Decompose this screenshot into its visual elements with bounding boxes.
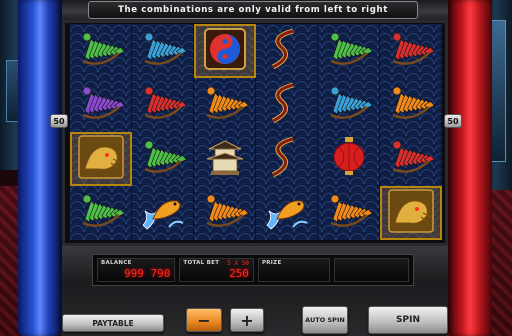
reel-cell-koi: [132, 186, 194, 240]
total-bet-value: 250: [229, 267, 249, 280]
spin-button[interactable]: SPIN: [368, 306, 448, 334]
fan-purple-icon: [77, 81, 125, 129]
fan-green-icon: [77, 27, 125, 75]
prize-meter: PRIZE: [257, 258, 331, 282]
balance-label: BALANCE: [101, 260, 132, 266]
dragon-icon: [263, 135, 311, 183]
combination-rule-banner: The combinations are only valid from lef…: [88, 1, 418, 19]
reel-cell-lantern: [318, 132, 380, 186]
reel-cell-fan-orange: [318, 186, 380, 240]
fan-orange-icon: [201, 189, 249, 237]
fan-green-icon: [325, 27, 373, 75]
reel-cell-dragon: [256, 24, 318, 78]
reel-cell-golden-dragon: [70, 132, 132, 186]
cabinet-pillar-red: [448, 0, 492, 336]
reel-cell-fan-green: [70, 186, 132, 240]
yin-yang-icon: [201, 27, 249, 75]
auto-spin-button[interactable]: AUTO SPIN: [302, 306, 348, 334]
lantern-icon: [325, 135, 373, 183]
pagoda-icon: [201, 135, 249, 183]
reel-cell-fan-orange: [194, 186, 256, 240]
reel-cell-fan-red: [380, 24, 442, 78]
fan-blue-icon: [325, 81, 373, 129]
reel-cell-fan-red: [380, 132, 442, 186]
reel-cell-golden-dragon: [380, 186, 442, 240]
total-bet-label: TOTAL BET: [183, 260, 220, 266]
paytable-button[interactable]: PAYTABLE: [62, 314, 164, 332]
fan-orange-icon: [325, 189, 373, 237]
reel-cell-fan-purple: [70, 78, 132, 132]
payline-marker-right: 50: [444, 114, 462, 128]
total-bet-meter: TOTAL BET 5 X 50 250: [179, 258, 254, 282]
koi-icon: [263, 189, 311, 237]
fan-red-icon: [387, 135, 435, 183]
info-meter: [334, 258, 409, 282]
payline-marker-left: 50: [50, 114, 68, 128]
reel-cell-fan-green: [318, 24, 380, 78]
fan-red-icon: [387, 27, 435, 75]
reel-grid: [70, 24, 442, 240]
reel-cell-fan-orange: [194, 78, 256, 132]
decrease-bet-button[interactable]: −: [186, 308, 222, 332]
fan-green-icon: [139, 135, 187, 183]
fan-orange-icon: [201, 81, 249, 129]
prize-label: PRIZE: [261, 260, 282, 266]
reel-cell-yin-yang: [194, 24, 256, 78]
increase-bet-button[interactable]: +: [230, 308, 264, 332]
koi-icon: [139, 189, 187, 237]
fan-orange-icon: [387, 81, 435, 129]
reel-cell-fan-green: [70, 24, 132, 78]
balance-meter: BALANCE 999 790: [97, 258, 176, 282]
dragon-icon: [263, 81, 311, 129]
reel-cell-dragon: [256, 78, 318, 132]
fan-green-icon: [77, 189, 125, 237]
reel-cell-fan-orange: [380, 78, 442, 132]
balance-value: 999 790: [124, 267, 171, 280]
reel-cell-fan-red: [132, 78, 194, 132]
fan-red-icon: [139, 81, 187, 129]
cabinet-pillar-blue: [18, 0, 62, 336]
dragon-icon: [263, 27, 311, 75]
reel-cell-pagoda: [194, 132, 256, 186]
golden-dragon-icon: [77, 135, 125, 183]
meter-display: BALANCE 999 790 TOTAL BET 5 X 50 250 PRI…: [92, 254, 414, 286]
reel-cell-fan-green: [132, 132, 194, 186]
reel-cell-fan-blue: [132, 24, 194, 78]
fan-blue-icon: [139, 27, 187, 75]
total-bet-lines: 5 X 50: [227, 260, 249, 267]
golden-dragon-icon: [387, 189, 435, 237]
reel-cell-koi: [256, 186, 318, 240]
reel-cell-dragon: [256, 132, 318, 186]
reel-cell-fan-blue: [318, 78, 380, 132]
